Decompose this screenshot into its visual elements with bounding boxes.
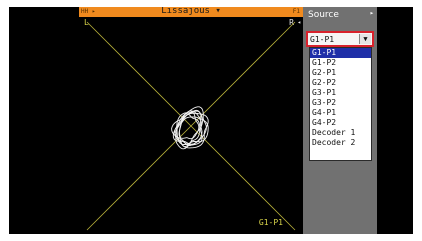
- panel-title: Source: [308, 10, 339, 20]
- scope-right-tag: F1: [292, 8, 300, 15]
- source-option[interactable]: Decoder 2: [310, 138, 371, 148]
- source-option[interactable]: G4-P1: [310, 108, 371, 118]
- panel-expand-arrow-icon[interactable]: ▸: [370, 9, 374, 17]
- chevron-down-icon: ▾: [215, 7, 221, 16]
- source-select-value: G1-P1: [310, 35, 335, 44]
- screen: HH ▸ Lissajous ▾ F1 L R ◂ G1-P1 Source ▸…: [0, 0, 422, 241]
- source-option[interactable]: G1-P2: [310, 58, 371, 68]
- source-menu-panel: Source ▸ G1-P1 ▼ G1-P1 G1-P2 G2-P1 G2-P2…: [303, 7, 377, 234]
- scope-title-bar[interactable]: HH ▸ Lissajous ▾ F1: [79, 7, 303, 17]
- lissajous-scope: HH ▸ Lissajous ▾ F1 L R ◂ G1-P1: [79, 7, 303, 234]
- scope-title[interactable]: Lissajous ▾: [79, 7, 303, 17]
- lissajous-trace: [171, 106, 209, 150]
- scope-source-label: G1-P1: [258, 218, 283, 227]
- source-options-list: G1-P1 G1-P2 G2-P1 G2-P2 G3-P1 G3-P2 G4-P…: [309, 47, 372, 161]
- scope-title-label: Lissajous: [161, 7, 210, 16]
- source-option[interactable]: G3-P2: [310, 98, 371, 108]
- source-option[interactable]: G2-P2: [310, 78, 371, 88]
- source-option[interactable]: G4-P2: [310, 118, 371, 128]
- source-option[interactable]: G3-P1: [310, 88, 371, 98]
- dropdown-arrow-icon[interactable]: ▼: [359, 34, 371, 44]
- source-option[interactable]: G1-P1: [310, 48, 371, 58]
- source-option[interactable]: Decoder 1: [310, 128, 371, 138]
- source-option[interactable]: G2-P1: [310, 68, 371, 78]
- source-select[interactable]: G1-P1 ▼: [306, 31, 374, 47]
- right-bezel: [377, 7, 413, 234]
- lissajous-plot: [86, 21, 296, 231]
